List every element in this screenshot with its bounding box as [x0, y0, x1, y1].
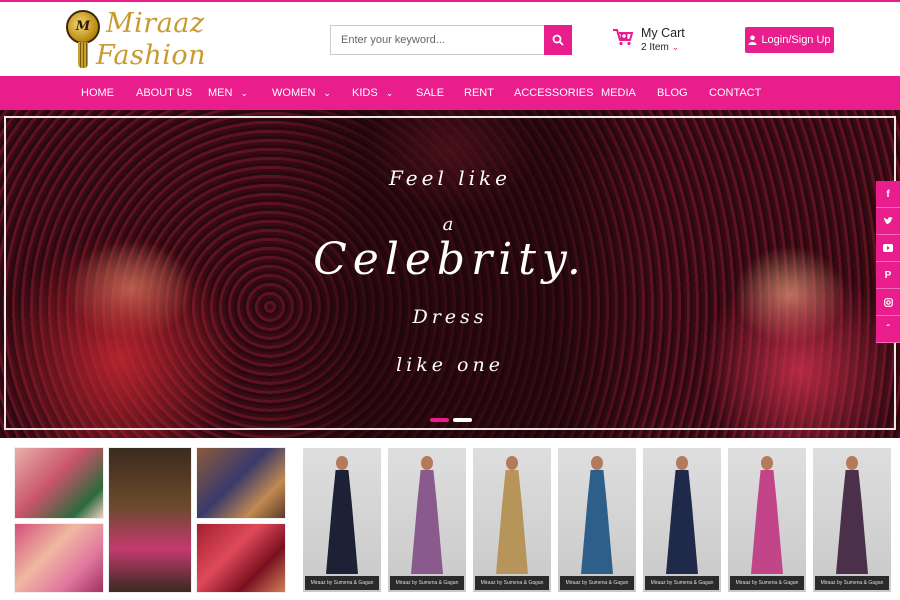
hero-line-2: a [442, 214, 458, 235]
hero-line-4: Dress [412, 306, 488, 328]
product-card[interactable]: Miraaz by Sumena & Gagan [473, 448, 551, 592]
login-signup-button[interactable]: Login/Sign Up [745, 27, 834, 53]
login-label: Login/Sign Up [761, 34, 831, 46]
chevron-down-icon: ⌄ [671, 42, 680, 52]
product-card[interactable]: Miraaz by Sumena & Gagan [728, 448, 806, 592]
logo-text-line2: Fashion [96, 40, 207, 71]
chevron-down-icon: ⌄ [240, 88, 248, 98]
site-header: M Miraaz Fashion My Cart 2 Item ⌄ [0, 2, 900, 76]
scroll-top-icon[interactable]: ˆ [876, 316, 900, 343]
hero-line-1: Feel like [389, 166, 511, 190]
search-bar [330, 25, 572, 55]
hero-slider[interactable]: Feel like a Celebrity. Dress like one f … [0, 110, 900, 438]
nav-accessories[interactable]: ACCESSORIES [514, 76, 593, 110]
slider-dot-2[interactable] [453, 418, 472, 422]
product-label: Miraaz by Sumena & Gagan [730, 576, 804, 590]
product-label: Miraaz by Sumena & Gagan [645, 576, 719, 590]
product-card[interactable]: Miraaz by Sumena & Gagan [388, 448, 466, 592]
product-card[interactable]: Miraaz by Sumena & Gagan [813, 448, 891, 592]
product-label: Miraaz by Sumena & Gagan [560, 576, 634, 590]
chevron-down-icon: ⌄ [323, 88, 331, 98]
nav-rent[interactable]: RENT [464, 76, 494, 110]
facebook-icon[interactable]: f [876, 181, 900, 208]
hero-headline: Celebrity. [313, 234, 587, 285]
cart-icon [613, 29, 634, 46]
nav-media[interactable]: MEDIA [601, 76, 636, 110]
hero-line-5: like one [396, 354, 504, 376]
collection-collage [14, 447, 286, 595]
slider-dot-1[interactable] [430, 418, 449, 422]
youtube-icon[interactable] [876, 235, 900, 262]
search-input[interactable] [330, 25, 544, 55]
slider-dots [430, 418, 472, 422]
logo-text-line1: Miraaz [106, 8, 205, 39]
chevron-down-icon: ⌄ [385, 88, 394, 98]
collage-image-3[interactable] [196, 447, 286, 519]
cart-title: My Cart [641, 26, 685, 40]
social-sidebar: f P ˆ [876, 181, 900, 343]
pinterest-icon[interactable]: P [876, 262, 900, 289]
nav-women[interactable]: WOMEN ⌄ [272, 76, 331, 110]
nav-about-us[interactable]: ABOUT US [136, 76, 192, 110]
user-icon [748, 35, 757, 45]
site-logo[interactable]: M Miraaz Fashion [66, 8, 206, 72]
product-card[interactable]: Miraaz by Sumena & Gagan [558, 448, 636, 592]
nav-kids[interactable]: KIDS ⌄ [352, 76, 393, 110]
main-nav: HOME ABOUT US MEN ⌄ WOMEN ⌄ KIDS ⌄ SALE REN… [0, 76, 900, 110]
collage-image-1[interactable] [14, 447, 104, 519]
search-button[interactable] [544, 25, 572, 55]
logo-medal-icon: M [66, 10, 100, 44]
product-label: Miraaz by Sumena & Gagan [815, 576, 889, 590]
logo-tassel-icon [78, 42, 88, 68]
search-icon [552, 34, 564, 46]
product-label: Miraaz by Sumena & Gagan [475, 576, 549, 590]
collage-image-5[interactable] [196, 523, 286, 593]
product-card[interactable]: Miraaz by Sumena & Gagan [303, 448, 381, 592]
nav-contact[interactable]: CONTACT [709, 76, 761, 110]
cart-widget[interactable]: My Cart 2 Item ⌄ [612, 24, 702, 58]
product-label: Miraaz by Sumena & Gagan [305, 576, 379, 590]
instagram-icon[interactable] [876, 289, 900, 316]
product-label: Miraaz by Sumena & Gagan [390, 576, 464, 590]
nav-men[interactable]: MEN ⌄ [208, 76, 248, 110]
collage-image-2[interactable] [108, 447, 192, 593]
nav-blog[interactable]: BLOG [657, 76, 688, 110]
nav-home[interactable]: HOME [81, 76, 114, 110]
collage-image-4[interactable] [14, 523, 104, 593]
twitter-icon[interactable] [876, 208, 900, 235]
product-card[interactable]: Miraaz by Sumena & Gagan [643, 448, 721, 592]
cart-count[interactable]: 2 Item ⌄ [641, 42, 679, 53]
nav-sale[interactable]: SALE [416, 76, 444, 110]
